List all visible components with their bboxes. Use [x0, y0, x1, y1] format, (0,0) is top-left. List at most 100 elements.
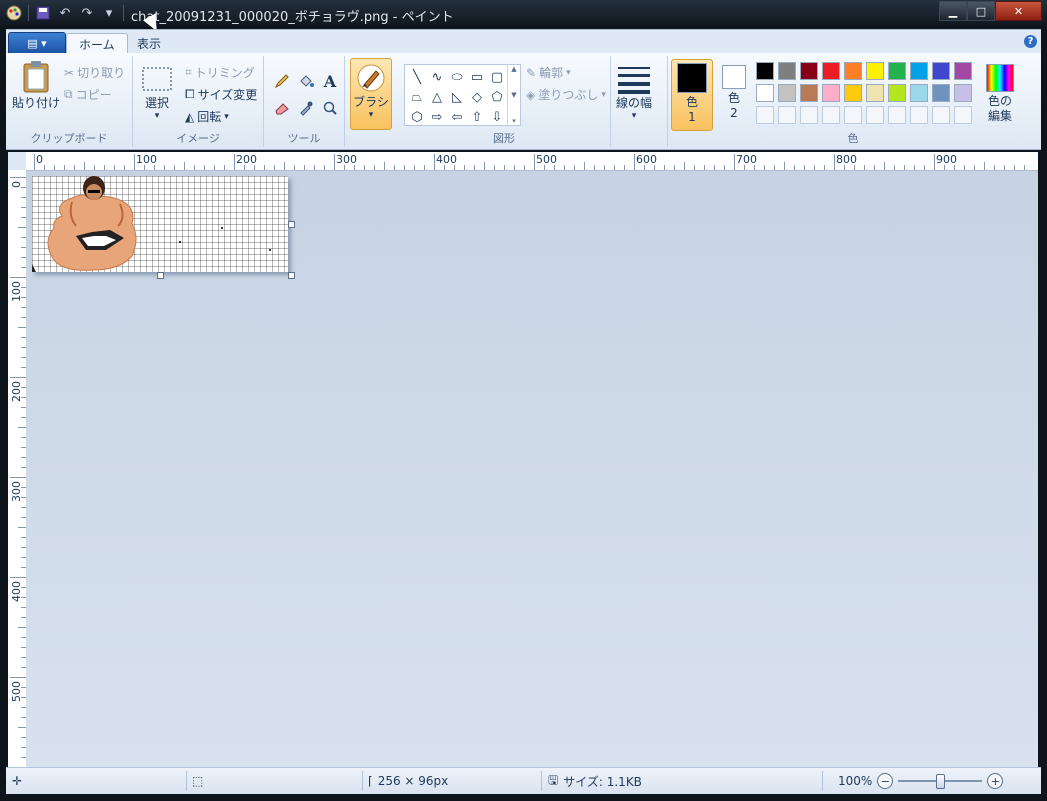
zoom-slider[interactable]: [898, 774, 983, 789]
color-picker-icon[interactable]: [294, 96, 318, 120]
paint-app-icon[interactable]: [6, 5, 22, 21]
down-arrow-shape-icon[interactable]: ⇩: [487, 107, 507, 127]
custom-color-slot[interactable]: [756, 106, 774, 124]
palette-swatch[interactable]: [778, 62, 796, 80]
custom-color-slot[interactable]: [866, 106, 884, 124]
select-button[interactable]: 選択 ▾: [141, 66, 173, 121]
file-menu-button[interactable]: ▤ ▾: [8, 32, 66, 54]
custom-color-slot[interactable]: [800, 106, 818, 124]
ruler-minor-tick: [474, 165, 475, 170]
custom-color-slot[interactable]: [932, 106, 950, 124]
pentagon-shape-icon[interactable]: ⬠: [487, 87, 507, 107]
outline-button[interactable]: ✎ 輪郭 ▾: [526, 64, 571, 81]
palette-swatch[interactable]: [910, 62, 928, 80]
shapes-scrollbar[interactable]: ▲ ▼ ▾: [507, 65, 520, 125]
figure-drawing-image: [32, 176, 271, 272]
canvas-workspace[interactable]: [26, 171, 1038, 767]
rounded-rectangle-shape-icon[interactable]: ▢: [487, 67, 507, 87]
polygon-shape-icon[interactable]: ⏢: [407, 87, 427, 107]
palette-swatch[interactable]: [800, 84, 818, 102]
palette-swatch[interactable]: [800, 62, 818, 80]
curve-shape-icon[interactable]: ∿: [427, 67, 447, 87]
minimize-button[interactable]: ▁: [939, 1, 967, 21]
palette-swatch[interactable]: [756, 62, 774, 80]
save-icon[interactable]: [35, 5, 51, 21]
palette-swatch[interactable]: [932, 84, 950, 102]
fill-button[interactable]: ◈ 塗りつぶし ▾: [526, 86, 606, 103]
custom-color-slot[interactable]: [844, 106, 862, 124]
triangle-shape-icon[interactable]: △: [427, 87, 447, 107]
scroll-down-icon[interactable]: ▼: [511, 91, 516, 99]
cut-button[interactable]: ✂ 切り取り: [64, 64, 125, 81]
fill-bucket-icon[interactable]: [294, 69, 318, 93]
resize-handle-right[interactable]: [288, 221, 295, 228]
palette-swatch[interactable]: [866, 62, 884, 80]
color1-button[interactable]: 色 1: [671, 59, 713, 131]
edit-colors-button[interactable]: 色の 編集: [980, 62, 1020, 130]
paste-button[interactable]: 貼り付け: [12, 60, 60, 111]
ruler-minor-tick: [514, 165, 515, 170]
custom-color-slot[interactable]: [778, 106, 796, 124]
line-shape-icon[interactable]: ╲: [407, 67, 427, 87]
right-arrow-shape-icon[interactable]: ⇨: [427, 107, 447, 127]
scroll-up-icon[interactable]: ▲: [511, 65, 516, 73]
select-label: 選択: [144, 96, 169, 110]
palette-swatch[interactable]: [844, 84, 862, 102]
eraser-icon[interactable]: [270, 96, 294, 120]
palette-swatch[interactable]: [910, 84, 928, 102]
help-icon[interactable]: ?: [1024, 35, 1037, 48]
ruler-major-tick: [834, 154, 835, 170]
brush-button[interactable]: ブラシ ▾: [350, 58, 392, 130]
brush-icon: [356, 63, 386, 93]
palette-swatch[interactable]: [822, 84, 840, 102]
redo-icon[interactable]: ↷: [79, 5, 95, 21]
maximize-button[interactable]: □: [967, 1, 995, 21]
palette-swatch[interactable]: [932, 62, 950, 80]
ruler-minor-tick: [544, 165, 545, 170]
right-triangle-shape-icon[interactable]: ◺: [447, 87, 467, 107]
undo-icon[interactable]: ↶: [57, 5, 73, 21]
magnifier-icon[interactable]: [318, 96, 342, 120]
close-button[interactable]: ✕: [995, 1, 1042, 21]
ruler-major-tick: [34, 154, 35, 170]
up-arrow-shape-icon[interactable]: ⇧: [467, 107, 487, 127]
oval-shape-icon[interactable]: ⬭: [447, 67, 467, 87]
resize-button[interactable]: ⧠ サイズ変更: [185, 86, 257, 103]
rectangle-shape-icon[interactable]: ▭: [467, 67, 487, 87]
palette-swatch[interactable]: [888, 62, 906, 80]
palette-swatch[interactable]: [844, 62, 862, 80]
color1-label-line2: 1: [688, 110, 696, 124]
text-icon[interactable]: A: [318, 69, 342, 93]
hexagon-shape-icon[interactable]: ⬡: [407, 107, 427, 127]
tab-view[interactable]: 表示: [125, 33, 173, 54]
palette-swatch[interactable]: [888, 84, 906, 102]
custom-color-slot[interactable]: [822, 106, 840, 124]
line-width-button[interactable]: 線の幅 ▾: [616, 64, 652, 121]
custom-color-slot[interactable]: [954, 106, 972, 124]
left-arrow-shape-icon[interactable]: ⇦: [447, 107, 467, 127]
palette-swatch[interactable]: [822, 62, 840, 80]
custom-color-slot[interactable]: [910, 106, 928, 124]
file-size: 🖫 サイズ: 1.1KB: [548, 768, 642, 794]
zoom-in-button[interactable]: +: [987, 773, 1004, 789]
palette-swatch[interactable]: [954, 84, 972, 102]
palette-swatch[interactable]: [778, 84, 796, 102]
color2-button[interactable]: 色 2: [716, 62, 752, 130]
crop-button[interactable]: ⌗ トリミング: [185, 64, 255, 81]
pencil-icon[interactable]: [270, 69, 294, 93]
copy-button[interactable]: ⧉ コピー: [64, 86, 112, 103]
diamond-shape-icon[interactable]: ◇: [467, 87, 487, 107]
tab-home[interactable]: ホーム: [66, 33, 128, 55]
resize-handle-corner[interactable]: [288, 272, 295, 279]
gallery-expand-icon[interactable]: ▾: [512, 117, 516, 125]
zoom-slider-thumb[interactable]: [936, 774, 946, 789]
image-canvas[interactable]: [32, 176, 288, 272]
zoom-out-button[interactable]: −: [877, 773, 894, 789]
palette-swatch[interactable]: [954, 62, 972, 80]
rotate-button[interactable]: ◭ 回転 ▾: [185, 108, 229, 125]
palette-swatch[interactable]: [866, 84, 884, 102]
palette-swatch[interactable]: [756, 84, 774, 102]
customize-qat-icon[interactable]: ▾: [101, 5, 117, 21]
resize-handle-bottom[interactable]: [157, 272, 164, 279]
custom-color-slot[interactable]: [888, 106, 906, 124]
